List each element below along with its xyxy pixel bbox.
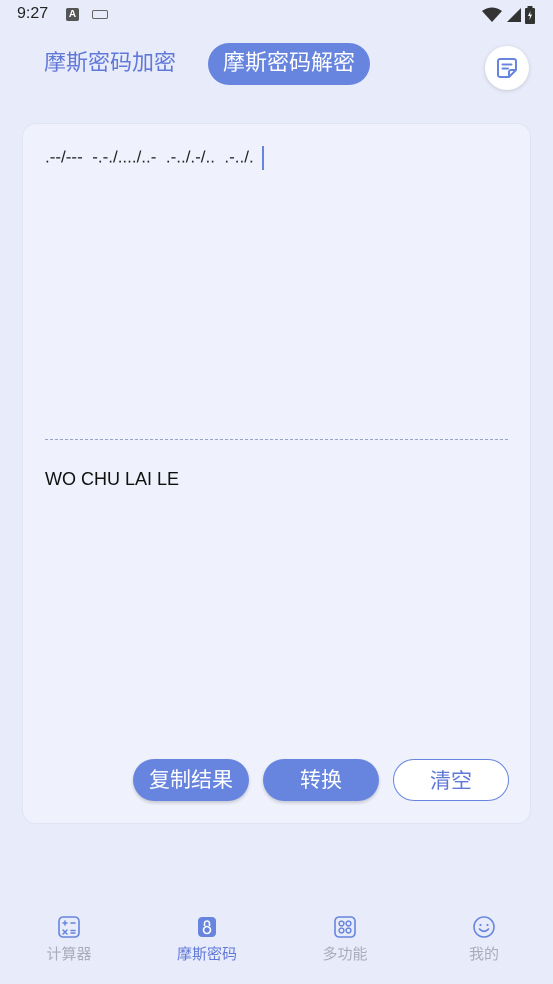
nav-item-multi[interactable]: 多功能	[295, 915, 395, 964]
keyboard-icon	[92, 10, 108, 19]
nav-label-calculator: 计算器	[46, 945, 92, 963]
bottom-navigation: 计算器 摩斯密码 多功能 我的	[0, 905, 553, 984]
convert-button[interactable]: 转换	[263, 759, 379, 801]
tab-encrypt[interactable]: 摩斯密码加密	[29, 43, 191, 85]
status-time: 9:27	[17, 5, 49, 22]
calculator-icon	[58, 916, 80, 938]
nav-item-me[interactable]: 我的	[434, 915, 534, 964]
copy-result-button[interactable]: 复制结果	[133, 759, 249, 801]
clear-button[interactable]: 清空	[393, 759, 509, 801]
signal-icon	[507, 8, 521, 22]
notification-a-icon: A	[66, 8, 79, 21]
text-caret	[261, 146, 264, 170]
morse-input-field[interactable]: .--/--- -.-./..../..- .-../.-/.. .-../.	[45, 146, 505, 170]
lock-icon	[198, 917, 216, 937]
notes-button[interactable]	[485, 46, 529, 90]
smiley-icon	[473, 916, 495, 938]
nav-label-morse: 摩斯密码	[176, 945, 237, 963]
nav-item-calculator[interactable]: 计算器	[19, 915, 119, 964]
nav-item-morse[interactable]: 摩斯密码	[157, 915, 257, 964]
converter-card: .--/--- -.-./..../..- .-../.-/.. .-../. …	[22, 123, 531, 824]
nav-label-me: 我的	[468, 945, 499, 963]
dashed-divider	[45, 439, 508, 440]
nav-label-multi: 多功能	[322, 945, 368, 963]
mode-tabs: 摩斯密码加密 摩斯密码解密	[0, 40, 553, 90]
wifi-icon	[482, 7, 502, 22]
grid-icon	[334, 916, 356, 938]
status-icons	[482, 6, 535, 24]
tab-decrypt[interactable]: 摩斯密码解密	[208, 43, 371, 85]
notes-icon	[497, 58, 517, 78]
morse-input-text: .--/--- -.-./..../..- .-../.-/.. .-../.	[45, 147, 254, 167]
status-bar: 9:27 A	[0, 0, 553, 30]
result-text: WO CHU LAI LE	[45, 469, 180, 489]
battery-icon	[525, 6, 535, 24]
